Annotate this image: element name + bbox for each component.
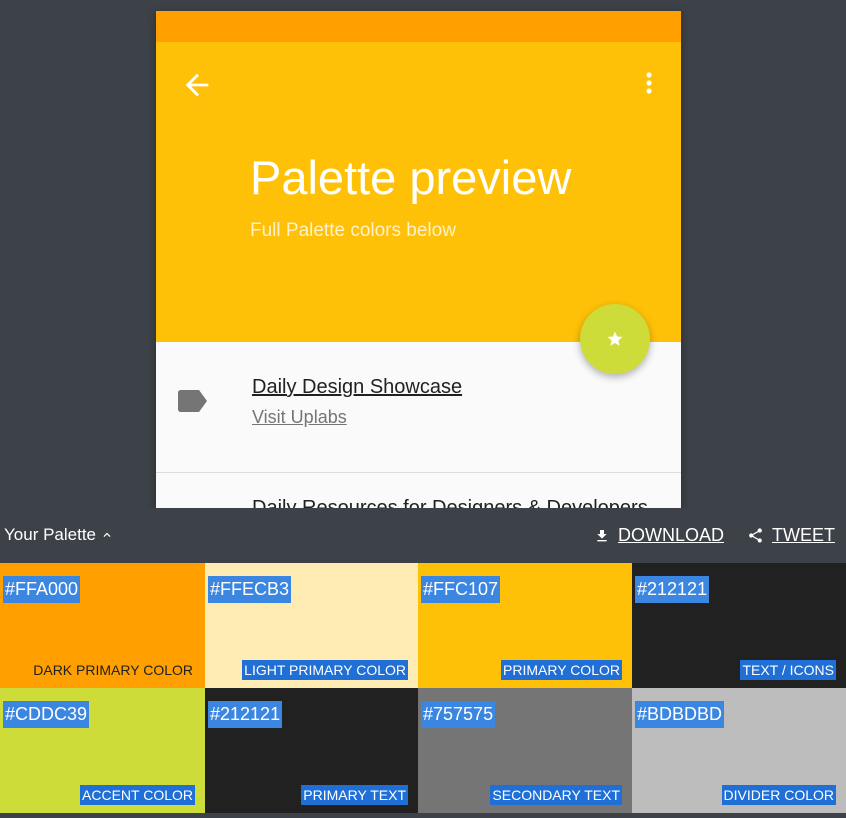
swatch-name: LIGHT PRIMARY COLOR (242, 660, 408, 680)
swatch-hex: #212121 (208, 701, 283, 728)
status-bar (156, 11, 681, 42)
swatch-primary-text[interactable]: #212121 PRIMARY TEXT (205, 688, 418, 813)
swatch-name: DIVIDER COLOR (721, 785, 836, 805)
swatch-hex: #212121 (635, 576, 710, 603)
tweet-button[interactable]: TWEET (747, 525, 835, 546)
list-item-title[interactable]: Daily Design Showcase (252, 376, 462, 399)
more-options-button[interactable] (637, 68, 661, 102)
swatch-name: SECONDARY TEXT (490, 785, 622, 805)
palette-preview-phone: Palette preview Full Palette colors belo… (156, 11, 681, 508)
download-label: DOWNLOAD (618, 525, 725, 545)
swatch-secondary-text[interactable]: #757575 SECONDARY TEXT (418, 688, 632, 813)
swatch-name: TEXT / ICONS (740, 660, 836, 680)
star-icon (607, 331, 623, 346)
swatch-hex: #CDDC39 (3, 701, 90, 728)
swatch-hex: #757575 (421, 701, 496, 728)
swatch-name: PRIMARY TEXT (301, 785, 408, 805)
swatch-light-primary[interactable]: #FFECB3 LIGHT PRIMARY COLOR (205, 563, 418, 688)
favorite-fab[interactable] (580, 304, 650, 374)
swatch-accent[interactable]: #CDDC39 ACCENT COLOR (0, 688, 205, 813)
more-vert-icon (646, 72, 652, 94)
palette-toggle[interactable]: Your Palette (4, 525, 114, 545)
page-title: Palette preview (250, 151, 572, 204)
download-icon (597, 529, 607, 541)
palette-swatch-grid: #FFA000 DARK PRIMARY COLOR #FFECB3 LIGHT… (0, 563, 846, 813)
swatch-hex: #FFC107 (421, 576, 501, 603)
download-button[interactable]: DOWNLOAD (594, 525, 724, 546)
swatch-hex: #FFA000 (3, 576, 81, 603)
swatch-divider[interactable]: #BDBDBD DIVIDER COLOR (632, 688, 846, 813)
list-item-link[interactable]: Visit Uplabs (252, 407, 347, 428)
chevron-up-icon (103, 532, 111, 537)
back-button[interactable] (180, 68, 214, 102)
list-item-title[interactable]: Daily Resources for Designers & Develope… (252, 497, 648, 508)
swatch-text-icons[interactable]: #212121 TEXT / ICONS (632, 563, 846, 688)
list-item: Daily Resources for Designers & Develope… (156, 473, 681, 508)
swatch-name: DARK PRIMARY COLOR (33, 662, 193, 678)
share-icon (749, 528, 762, 543)
palette-bar: Your Palette DOWNLOAD TWEET (0, 508, 846, 563)
swatch-name: PRIMARY COLOR (501, 660, 622, 680)
swatch-dark-primary[interactable]: #FFA000 DARK PRIMARY COLOR (0, 563, 205, 688)
bottom-strip (0, 813, 846, 818)
swatch-hex: #BDBDBD (635, 701, 725, 728)
app-header: Palette preview Full Palette colors belo… (156, 42, 681, 342)
swatch-name: ACCENT COLOR (80, 785, 195, 805)
tweet-label: TWEET (772, 525, 835, 545)
label-icon (178, 390, 207, 412)
palette-toggle-label: Your Palette (4, 525, 96, 544)
swatch-primary[interactable]: #FFC107 PRIMARY COLOR (418, 563, 632, 688)
swatch-hex: #FFECB3 (208, 576, 292, 603)
arrow-back-icon (185, 73, 209, 97)
page-subtitle: Full Palette colors below (250, 220, 456, 241)
